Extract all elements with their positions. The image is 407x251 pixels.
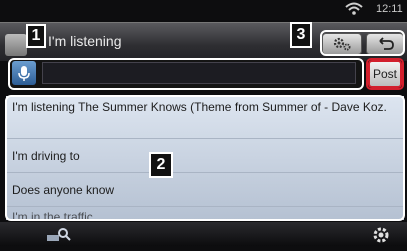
- callout-label-2: 2: [149, 152, 173, 178]
- callout-outline-1: [8, 58, 364, 90]
- page-title: I'm listening: [48, 33, 122, 49]
- status-bar: 12:11: [0, 0, 407, 20]
- search-button[interactable]: [45, 226, 73, 244]
- callout-label-1: 1: [26, 24, 46, 48]
- clock: 12:11: [376, 3, 403, 15]
- gear-icon: [373, 227, 389, 243]
- settings-button[interactable]: [370, 224, 392, 246]
- callout-label-3: 3: [290, 22, 312, 48]
- wifi-icon: [345, 2, 363, 15]
- search-icon: [47, 228, 71, 241]
- back-tab[interactable]: [5, 34, 27, 56]
- callout-outline-2: [5, 95, 405, 221]
- callout-outline-3: [320, 30, 405, 56]
- post-button-outline: [366, 58, 404, 90]
